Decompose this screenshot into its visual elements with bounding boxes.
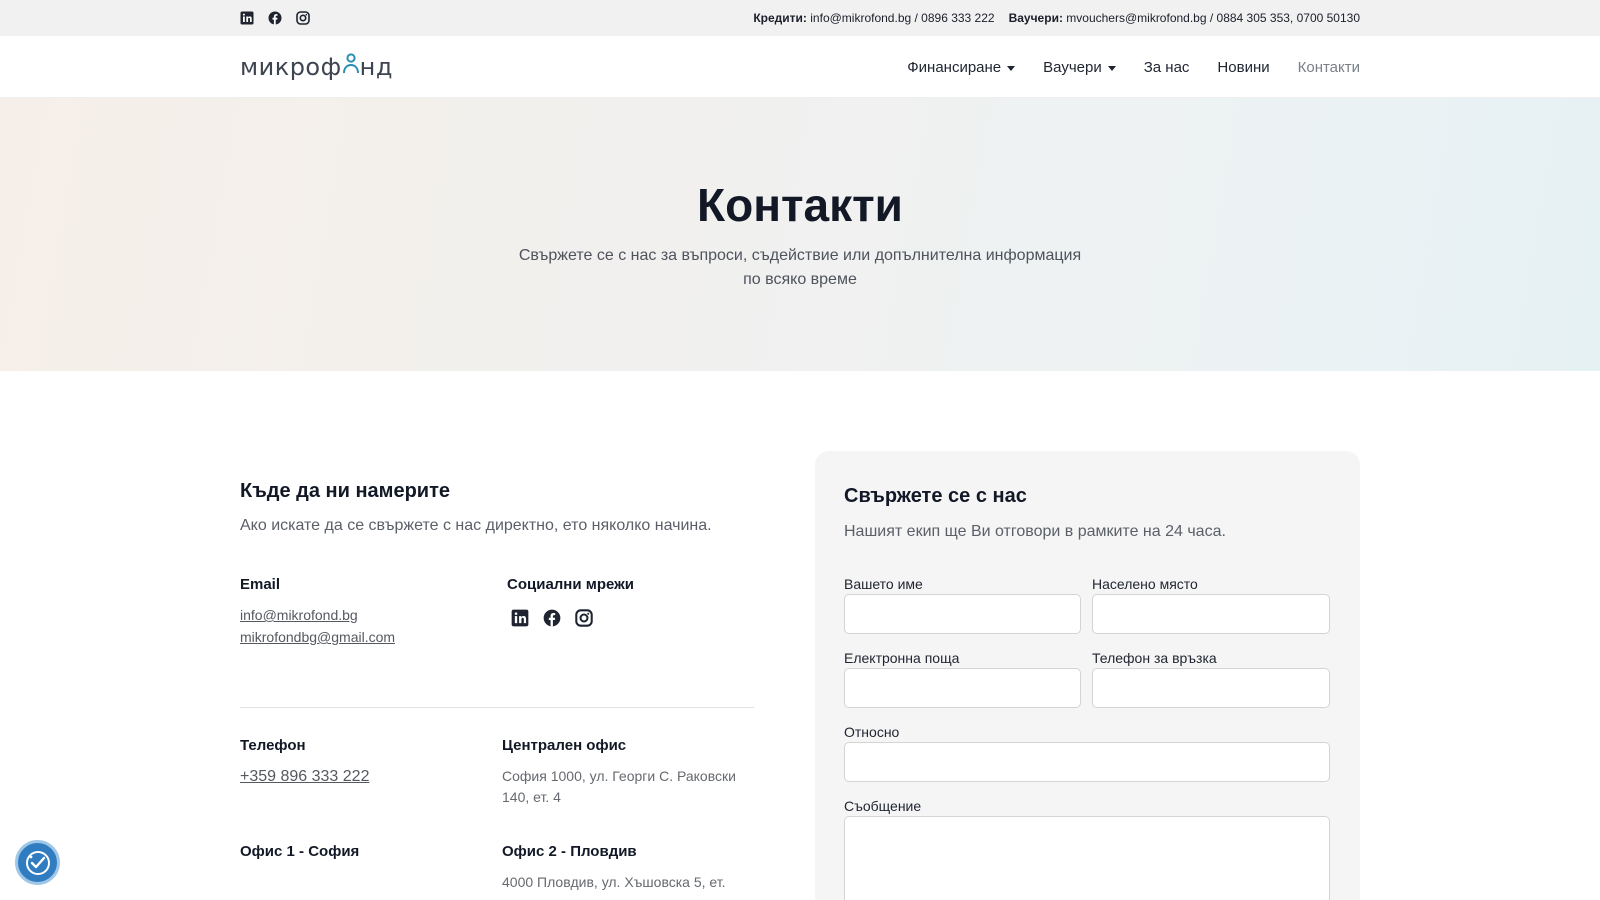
- central-office-title: Централен офис: [502, 737, 627, 754]
- phone-label: Телефон за връзка: [1092, 650, 1217, 666]
- linkedin-icon[interactable]: [511, 609, 529, 632]
- social-links: [507, 609, 634, 632]
- email-field[interactable]: [844, 668, 1081, 708]
- phone-field[interactable]: [1092, 668, 1330, 708]
- main-nav: Финансиране Ваучери За нас Новини Контак…: [907, 59, 1360, 76]
- nav-about[interactable]: За нас: [1144, 59, 1190, 76]
- phone-link[interactable]: +359 896 333 222: [240, 768, 369, 786]
- central-office-address: София 1000, ул. Георги С. Раковски 140, …: [502, 768, 736, 805]
- phone-block: Телефон +359 896 333 222: [240, 737, 369, 786]
- top-bar: Кредити: info@mikrofond.bg / 0896 333 22…: [0, 0, 1600, 36]
- social-block: Социални мрежи: [507, 576, 634, 632]
- email-block: Email info@mikrofond.bg mikrofondbg@gmai…: [240, 576, 395, 645]
- city-label: Населено място: [1092, 576, 1198, 592]
- office2-title: Офис 2 - Пловдив: [502, 843, 637, 860]
- central-office-block: Централен офис София 1000, ул. Георги С.…: [502, 737, 752, 808]
- email-title: Email: [240, 576, 281, 593]
- form-title: Свържете се с нас: [844, 485, 1027, 507]
- vouchers-label: Ваучери:: [1008, 11, 1063, 25]
- top-social-links: [240, 11, 310, 25]
- where-lead: Ако искате да се свържете с нас директно…: [240, 517, 712, 534]
- name-label: Вашето име: [844, 576, 923, 592]
- accessibility-check-icon: [25, 850, 50, 875]
- top-contacts: Кредити: info@mikrofond.bg / 0896 333 22…: [753, 11, 1360, 25]
- section-divider: [240, 707, 754, 708]
- site-logo[interactable]: микроф нд: [240, 53, 393, 81]
- vouchers-contact[interactable]: mvouchers@mikrofond.bg / 0884 305 353, 0…: [1066, 11, 1360, 25]
- nav-vouchers[interactable]: Ваучери: [1043, 59, 1116, 76]
- where-title: Къде да ни намерите: [240, 480, 451, 502]
- facebook-icon[interactable]: [543, 609, 561, 632]
- name-field[interactable]: [844, 594, 1081, 634]
- logo-text-a: микроф: [240, 53, 342, 81]
- about-label: Относно: [844, 724, 900, 740]
- email-label: Електронна поща: [844, 650, 960, 666]
- contact-form-card: Свържете се с нас Нашият екип ще Ви отго…: [815, 451, 1360, 900]
- credits-contact[interactable]: info@mikrofond.bg / 0896 333 222: [810, 11, 994, 25]
- nav-news[interactable]: Новини: [1217, 59, 1269, 76]
- logo-text-b: нд: [359, 53, 393, 81]
- nav-financing[interactable]: Финансиране: [907, 59, 1016, 76]
- nav-contacts[interactable]: Контакти: [1298, 59, 1360, 76]
- email-link-2[interactable]: mikrofondbg@gmail.com: [240, 629, 395, 645]
- office2-address: 4000 Пловдив, ул. Хъшовска 5, ет.: [502, 874, 726, 890]
- message-field[interactable]: [844, 816, 1330, 900]
- phone-title: Телефон: [240, 737, 306, 754]
- site-header: микроф нд Финансиране Ваучери За нас Нови…: [0, 36, 1600, 98]
- form-subtitle: Нашият екип ще Ви отговори в рамките на …: [844, 523, 1226, 540]
- email-link-1[interactable]: info@mikrofond.bg: [240, 607, 395, 623]
- instagram-icon[interactable]: [575, 609, 593, 632]
- instagram-icon[interactable]: [296, 11, 310, 25]
- logo-person-mark: [342, 53, 360, 81]
- message-label: Съобщение: [844, 798, 922, 814]
- linkedin-icon[interactable]: [240, 11, 254, 25]
- facebook-icon[interactable]: [268, 11, 282, 25]
- hero-section: Контакти Свържете се с нас за въпроси, с…: [0, 98, 1600, 371]
- chevron-down-icon: [1107, 65, 1116, 71]
- page-title: Контакти: [697, 179, 903, 231]
- about-field[interactable]: [844, 742, 1330, 782]
- chevron-down-icon: [1007, 65, 1016, 71]
- social-title: Социални мрежи: [507, 576, 635, 593]
- hero-subtitle: Свържете се с нас за въпроси, съдействие…: [518, 247, 1082, 288]
- office1-title: Офис 1 - София: [240, 843, 360, 860]
- credits-label: Кредити:: [753, 11, 807, 25]
- office2-block: Офис 2 - Пловдив 4000 Пловдив, ул. Хъшов…: [502, 843, 752, 893]
- accessibility-button[interactable]: [15, 840, 60, 885]
- city-field[interactable]: [1092, 594, 1330, 634]
- office1-block: Офис 1 - София: [240, 843, 359, 860]
- where-to-find-us: Къде да ни намерите Ако искате да се свъ…: [240, 480, 754, 535]
